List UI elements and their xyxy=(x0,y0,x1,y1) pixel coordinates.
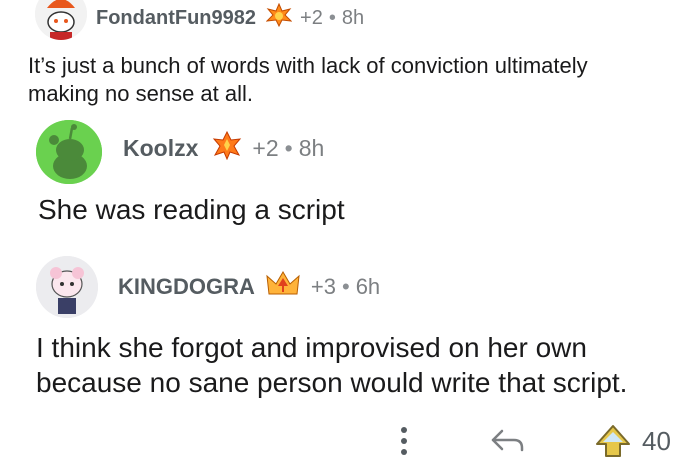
award-count: +2 xyxy=(300,6,323,29)
user-avatar[interactable] xyxy=(36,256,98,318)
comment-body: She was reading a script xyxy=(38,194,345,225)
award-icon[interactable] xyxy=(212,130,242,166)
username[interactable]: FondantFun9982 xyxy=(96,7,256,30)
comment-time: 8h xyxy=(341,6,365,29)
award-icon[interactable] xyxy=(265,2,293,33)
comment-meta: Koolzx +2 • 8h xyxy=(123,130,325,166)
upvote-button[interactable]: 40 xyxy=(594,424,671,458)
award-count: +3 xyxy=(310,274,336,299)
vote-count: 40 xyxy=(642,425,671,456)
award-count: +2 xyxy=(252,134,279,161)
comment-meta: KINGDOGRA +3 • 6h xyxy=(118,270,381,304)
comment-time: 8h xyxy=(298,134,325,161)
snoo-avatar-icon xyxy=(36,256,98,318)
comment-time: 6h xyxy=(355,274,381,299)
username[interactable]: KINGDOGRA xyxy=(118,274,255,300)
meta-separator: • xyxy=(284,134,293,161)
reply-arrow-icon xyxy=(491,429,524,452)
comment-meta: FondantFun9982 +2 • 8h xyxy=(96,2,365,33)
upvote-award-icon xyxy=(596,425,630,457)
snoo-avatar-icon xyxy=(35,0,87,40)
comment-body: It’s just a bunch of words with lack of … xyxy=(28,53,588,106)
meta-separator: • xyxy=(341,274,350,299)
meta-separator: • xyxy=(328,6,336,29)
award-icon[interactable] xyxy=(265,270,301,304)
snoo-avatar-icon xyxy=(36,120,102,184)
user-avatar[interactable] xyxy=(36,120,102,184)
comment-body: I think she forgot and improvised on her… xyxy=(36,332,628,398)
reply-button[interactable] xyxy=(490,426,526,456)
username[interactable]: Koolzx xyxy=(123,135,198,162)
vertical-ellipsis-icon xyxy=(401,427,407,455)
more-options-button[interactable] xyxy=(394,424,414,458)
user-avatar[interactable] xyxy=(35,0,87,40)
